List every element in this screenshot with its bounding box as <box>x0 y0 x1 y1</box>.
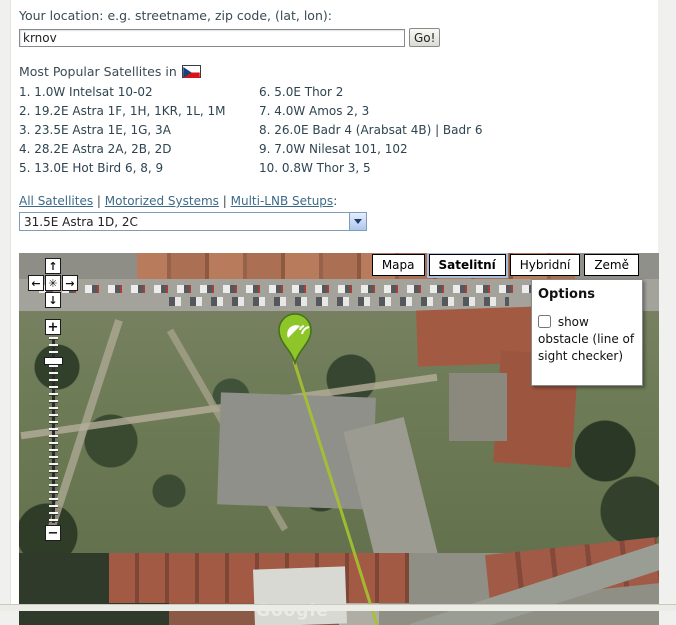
satellite-column-right: 6. 5.0E Thor 2 7. 4.0W Amos 2, 3 8. 26.0… <box>259 83 483 178</box>
chevron-down-icon <box>354 219 362 224</box>
zoom-in-button[interactable]: + <box>45 319 61 335</box>
location-row: Go! <box>19 28 658 47</box>
link-separator: | <box>223 194 227 208</box>
satellite-item[interactable]: 9. 7.0W Nilesat 101, 102 <box>259 140 483 159</box>
show-obstacle-option: show obstacle (line of sight checker) <box>538 314 636 365</box>
satellite-item[interactable]: 8. 26.0E Badr 4 (Arabsat 4B) | Badr 6 <box>259 121 483 140</box>
minus-icon: − <box>48 527 59 540</box>
content-panel: Your location: e.g. streetname, zip code… <box>10 0 658 604</box>
arrow-down-icon: ↓ <box>48 295 57 306</box>
popular-satellites-heading-text: Most Popular Satellites in <box>19 64 177 79</box>
map-type-satelitni-button[interactable]: Satelitní <box>429 254 506 276</box>
show-obstacle-label: show obstacle (line of sight checker) <box>538 315 634 363</box>
satellite-item[interactable]: 7. 4.0W Amos 2, 3 <box>259 102 483 121</box>
select-dropdown-button[interactable] <box>349 213 366 230</box>
czech-flag-icon <box>182 65 201 78</box>
center-reset-icon: ✳ <box>48 278 57 289</box>
zoom-out-button[interactable]: − <box>45 525 61 541</box>
pan-down-button[interactable]: ↓ <box>45 292 61 308</box>
satellite-select-value: 31.5E Astra 1D, 2C <box>20 215 349 229</box>
all-satellites-link[interactable]: All Satellites <box>19 194 93 208</box>
popular-satellites-heading: Most Popular Satellites in <box>19 64 658 79</box>
pan-up-button[interactable]: ↑ <box>45 258 61 274</box>
satellite-item[interactable]: 6. 5.0E Thor 2 <box>259 83 483 102</box>
plus-icon: + <box>48 321 59 334</box>
map-terrain-patch <box>169 297 509 306</box>
satellite-item[interactable]: 3. 23.5E Astra 1E, 1G, 3A <box>19 121 259 140</box>
map-terrain-patch <box>449 373 507 441</box>
satellite-item[interactable]: 1. 1.0W Intelsat 10-02 <box>19 83 259 102</box>
arrow-left-icon: ← <box>31 278 40 289</box>
map-type-buttons: Mapa Satelitní Hybridní Země <box>372 254 639 276</box>
multi-lnb-setups-link[interactable]: Multi-LNB Setups <box>231 194 334 208</box>
zoom-slider-handle[interactable] <box>44 357 63 365</box>
satellite-item[interactable]: 10. 0.8W Thor 3, 5 <box>259 159 483 178</box>
satellite-select[interactable]: 31.5E Astra 1D, 2C <box>19 212 367 231</box>
satellite-map[interactable]: Google ↑ ← ✳ → ↓ + − Mapa Satelitní Hy <box>19 253 659 625</box>
options-panel: Options show obstacle (line of sight che… <box>531 279 643 386</box>
filter-colon: : <box>333 194 337 208</box>
arrow-right-icon: → <box>65 278 74 289</box>
pan-right-button[interactable]: → <box>62 275 78 291</box>
link-separator: | <box>97 194 101 208</box>
popular-satellites-list: 1. 1.0W Intelsat 10-02 2. 19.2E Astra 1F… <box>19 83 658 178</box>
show-obstacle-checkbox[interactable] <box>538 315 551 328</box>
map-terrain-patch <box>39 285 559 293</box>
dish-marker[interactable] <box>276 313 314 365</box>
location-input[interactable] <box>19 29 405 47</box>
location-label: Your location: e.g. streetname, zip code… <box>19 8 658 23</box>
pan-center-button[interactable]: ✳ <box>45 275 61 291</box>
page-bottom-strip <box>0 604 676 611</box>
satellite-item[interactable]: 5. 13.0E Hot Bird 6, 8, 9 <box>19 159 259 178</box>
go-button[interactable]: Go! <box>409 28 440 47</box>
options-title: Options <box>538 287 636 302</box>
satellite-item[interactable]: 2. 19.2E Astra 1F, 1H, 1KR, 1L, 1M <box>19 102 259 121</box>
arrow-up-icon: ↑ <box>48 261 57 272</box>
satellite-item[interactable]: 4. 28.2E Astra 2A, 2B, 2D <box>19 140 259 159</box>
satellite-column-left: 1. 1.0W Intelsat 10-02 2. 19.2E Astra 1F… <box>19 83 259 178</box>
pan-left-button[interactable]: ← <box>28 275 44 291</box>
map-type-zeme-button[interactable]: Země <box>584 254 639 276</box>
satellite-filter-links: All Satellites | Motorized Systems | Mul… <box>19 194 658 208</box>
map-type-mapa-button[interactable]: Mapa <box>372 254 425 276</box>
motorized-systems-link[interactable]: Motorized Systems <box>105 194 219 208</box>
map-type-hybridni-button[interactable]: Hybridní <box>510 254 581 276</box>
